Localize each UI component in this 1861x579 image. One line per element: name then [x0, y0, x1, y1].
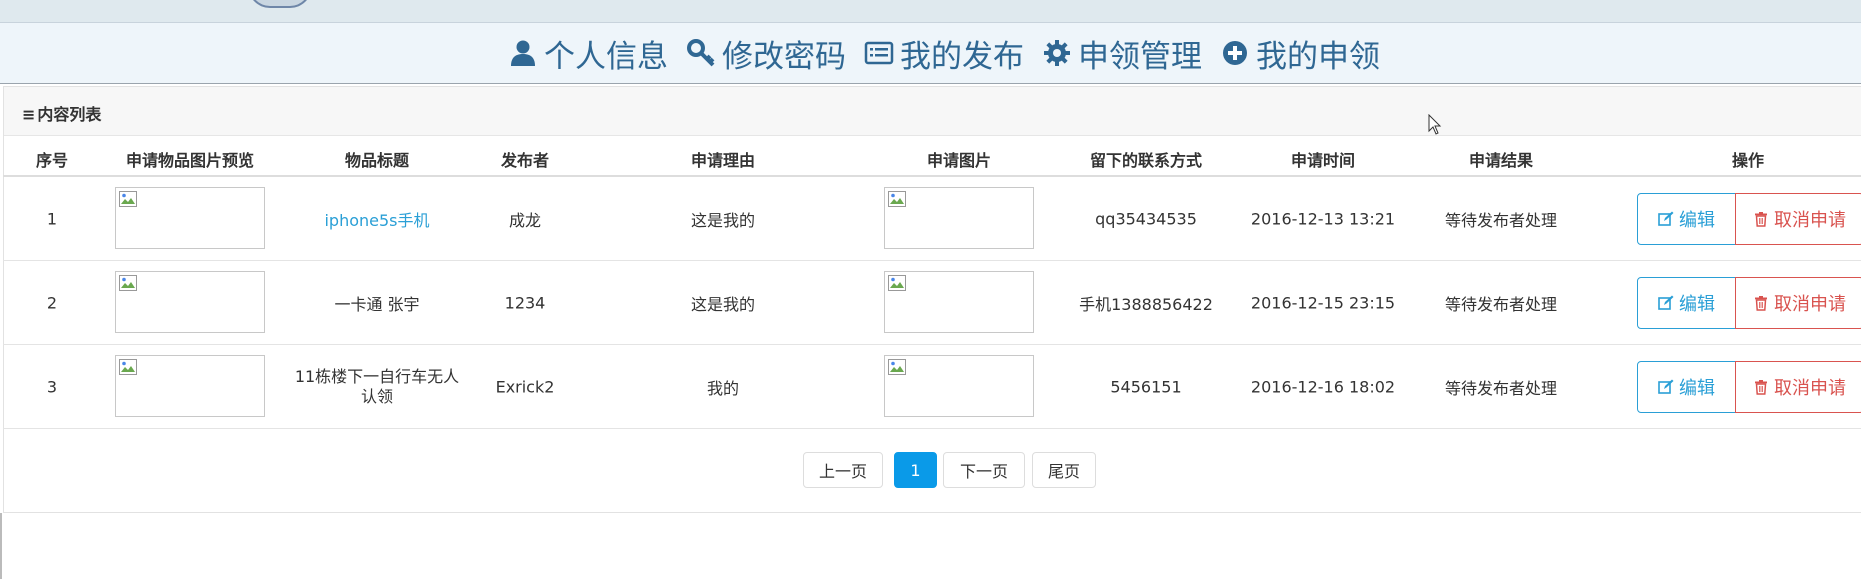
claim-result: 等待发布者处理: [1444, 294, 1558, 314]
col-header-publisher: 发布者: [500, 151, 550, 170]
table-row: 1 iphone5s手机 成龙 这是我的 qq35434535 2016-12-…: [3, 177, 1861, 261]
edit-icon: [1658, 379, 1674, 395]
page-button-current[interactable]: 1: [894, 452, 937, 488]
edit-button[interactable]: 编辑: [1637, 193, 1736, 245]
item-title-link[interactable]: iphone5s手机: [324, 207, 429, 231]
edit-icon: [1658, 295, 1674, 311]
claim-result: 等待发布者处理: [1444, 210, 1558, 230]
mouse-cursor-icon: [1428, 114, 1442, 135]
nav-item-label: 申领管理: [1078, 38, 1202, 75]
nav-item-label: 个人信息: [544, 38, 668, 75]
item-image-preview[interactable]: [115, 187, 265, 249]
col-header-time: 申请时间: [1290, 151, 1356, 170]
claim-image-preview[interactable]: [884, 187, 1034, 249]
school-logo: [248, 0, 312, 8]
cancel-claim-label: 取消申请: [1774, 294, 1846, 315]
claim-time: 2016-12-16 18:02: [1250, 377, 1396, 396]
panel-title-text: 内容列表: [37, 105, 102, 124]
prev-page-button[interactable]: 上一页: [803, 452, 883, 488]
nav-item-my-claims[interactable]: 我的申领: [1220, 31, 1380, 76]
cancel-claim-label: 取消申请: [1774, 210, 1846, 231]
claim-image-preview[interactable]: [884, 355, 1034, 417]
item-image-preview[interactable]: [115, 355, 265, 417]
broken-image-icon: [888, 191, 906, 207]
menu-icon: ≡: [22, 105, 36, 124]
edit-button[interactable]: 编辑: [1637, 277, 1736, 329]
key-icon: [686, 38, 716, 68]
claim-image-preview[interactable]: [884, 271, 1034, 333]
claim-result: 等待发布者处理: [1444, 378, 1558, 398]
nav-item-label: 我的发布: [900, 38, 1024, 75]
top-nav: 个人信息 修改密码 我的发布 申领管理 我的申领: [0, 22, 1861, 84]
edit-button-label: 编辑: [1679, 210, 1715, 231]
table-row: 2 一卡通 张宇 1234 这是我的 手机1388856422 2016-12-…: [3, 261, 1861, 345]
item-image-preview[interactable]: [115, 271, 265, 333]
item-title: 11栋楼下一自行车无人认领: [294, 366, 460, 406]
claim-reason: 这是我的: [690, 210, 756, 230]
broken-image-icon: [888, 359, 906, 375]
panel-title: ≡ 内容列表: [22, 101, 101, 125]
gear-icon: [1042, 38, 1072, 68]
edit-button-label: 编辑: [1679, 294, 1715, 315]
table-row: 3 11栋楼下一自行车无人认领 Exrick2 我的 5456151 2016-…: [3, 345, 1861, 429]
contact: 手机1388856422: [1079, 294, 1213, 314]
row-index: 1: [46, 209, 58, 228]
nav-item-label: 我的申领: [1256, 38, 1380, 75]
broken-image-icon: [119, 191, 137, 207]
cancel-claim-button[interactable]: 取消申请: [1735, 193, 1861, 245]
table-header: 序号 申请物品图片预览 物品标题 发布者 申请理由 申请图片 留下的联系方式 申…: [3, 135, 1861, 177]
claim-reason: 这是我的: [690, 294, 756, 314]
user-icon: [508, 38, 538, 68]
edit-button[interactable]: 编辑: [1637, 361, 1736, 413]
broken-image-icon: [119, 275, 137, 291]
cancel-claim-button[interactable]: 取消申请: [1735, 361, 1861, 413]
list-icon: [864, 38, 894, 68]
claim-time: 2016-12-13 13:21: [1250, 209, 1396, 228]
contact: 5456151: [1110, 377, 1182, 396]
row-index: 3: [46, 377, 58, 396]
trash-icon: [1753, 379, 1769, 395]
item-title: 一卡通 张宇: [334, 294, 420, 314]
trash-icon: [1753, 295, 1769, 311]
publisher: 1234: [504, 293, 546, 312]
last-page-button[interactable]: 尾页: [1032, 452, 1096, 488]
nav-item-profile[interactable]: 个人信息: [508, 31, 668, 76]
col-header-result: 申请结果: [1468, 151, 1534, 170]
publisher: 成龙: [508, 210, 542, 230]
nav-item-my-posts[interactable]: 我的发布: [864, 31, 1024, 76]
col-header-title: 物品标题: [344, 151, 410, 170]
publisher: Exrick2: [495, 377, 555, 396]
col-header-claim-image: 申请图片: [926, 151, 992, 170]
edit-button-label: 编辑: [1679, 378, 1715, 399]
next-page-button[interactable]: 下一页: [943, 452, 1025, 488]
claim-reason: 我的: [706, 378, 740, 398]
edit-icon: [1658, 211, 1674, 227]
cancel-claim-button[interactable]: 取消申请: [1735, 277, 1861, 329]
col-header-actions: 操作: [1731, 151, 1765, 170]
contact: qq35434535: [1095, 209, 1197, 228]
nav-item-change-password[interactable]: 修改密码: [686, 31, 846, 76]
trash-icon: [1753, 211, 1769, 227]
col-header-contact: 留下的联系方式: [1089, 151, 1203, 170]
top-banner: [0, 0, 1861, 22]
claim-time: 2016-12-15 23:15: [1250, 293, 1396, 312]
panel-header: ≡ 内容列表: [4, 87, 1861, 136]
col-header-index: 序号: [35, 151, 69, 170]
col-header-reason: 申请理由: [690, 151, 756, 170]
broken-image-icon: [119, 359, 137, 375]
plus-circle-icon: [1220, 38, 1250, 68]
nav-item-claim-management[interactable]: 申领管理: [1042, 31, 1202, 76]
left-border: [0, 513, 2, 579]
row-index: 2: [46, 293, 58, 312]
broken-image-icon: [888, 275, 906, 291]
nav-item-label: 修改密码: [722, 38, 846, 75]
cancel-claim-label: 取消申请: [1774, 378, 1846, 399]
col-header-item-image: 申请物品图片预览: [125, 151, 255, 170]
